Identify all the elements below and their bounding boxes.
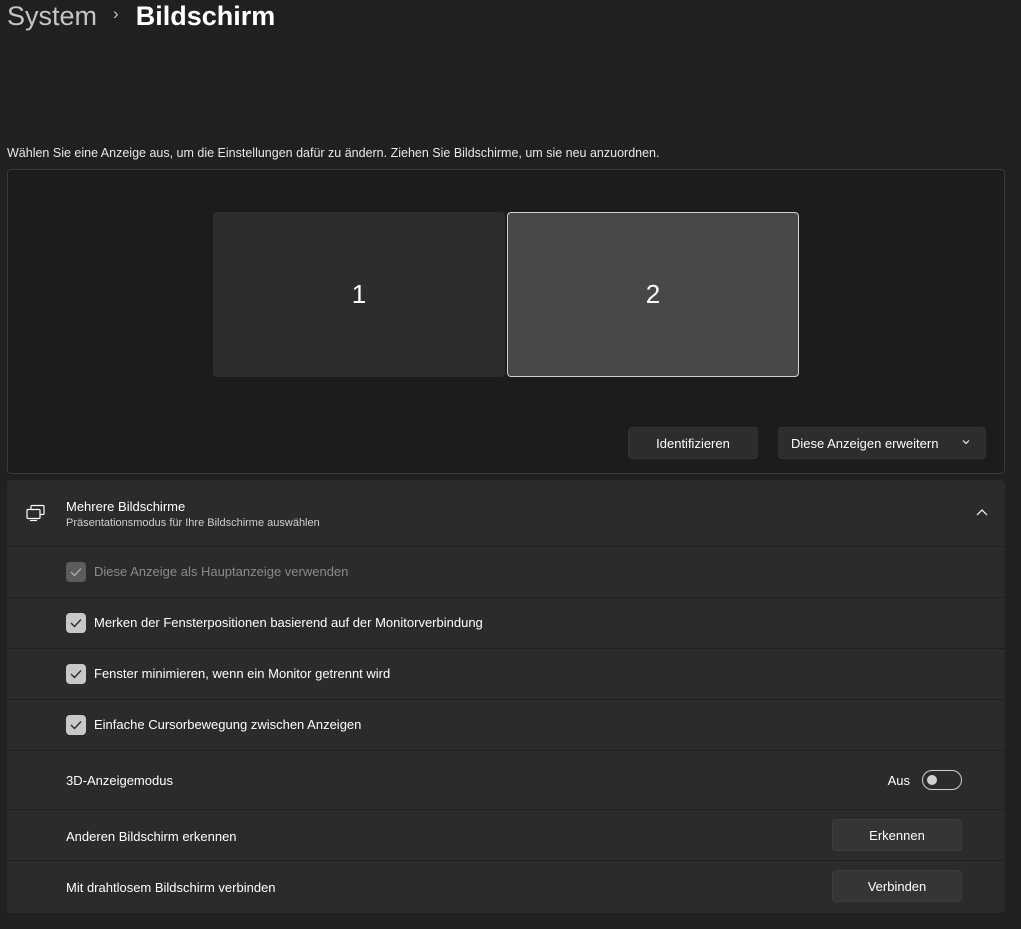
detect-display-label: Anderen Bildschirm erkennen — [66, 829, 237, 844]
main-display-label: Diese Anzeige als Hauptanzeige verwenden — [94, 564, 349, 579]
breadcrumb-system-link[interactable]: System — [7, 1, 97, 31]
multiple-displays-title: Mehrere Bildschirme — [66, 499, 186, 514]
option-row-remember-positions: Merken der Fensterpositionen basierend a… — [7, 598, 1005, 649]
multiple-displays-subtitle: Präsentationsmodus für Ihre Bildschirme … — [66, 517, 320, 529]
remember-positions-label: Merken der Fensterpositionen basierend a… — [94, 615, 483, 630]
monitor-1-tile[interactable]: 1 — [213, 212, 505, 377]
wireless-display-label: Mit drahtlosem Bildschirm verbinden — [66, 880, 276, 895]
chevron-down-icon — [962, 440, 970, 445]
arrangement-instruction: Wählen Sie eine Anzeige aus, um die Eins… — [7, 146, 660, 160]
main-display-checkbox — [66, 562, 86, 582]
minimize-windows-checkbox[interactable] — [66, 664, 86, 684]
toggle-knob — [927, 775, 937, 785]
remember-positions-checkbox[interactable] — [66, 613, 86, 633]
monitor-2-label: 2 — [645, 279, 661, 309]
checkmark-icon — [70, 670, 82, 679]
monitor-1-label: 1 — [351, 279, 367, 309]
breadcrumb: System › Bildschirm — [7, 0, 275, 32]
chevron-up-icon[interactable] — [975, 507, 989, 519]
3d-mode-label: 3D-Anzeigemodus — [66, 773, 173, 788]
option-row-easy-cursor: Einfache Cursorbewegung zwischen Anzeige… — [7, 700, 1005, 751]
checkmark-icon — [70, 568, 82, 577]
identify-button[interactable]: Identifizieren — [628, 427, 758, 459]
connect-button[interactable]: Verbinden — [832, 870, 962, 902]
multiple-displays-header[interactable]: Mehrere Bildschirme Präsentationsmodus f… — [7, 480, 1005, 547]
3d-mode-toggle[interactable] — [922, 770, 962, 790]
monitor-2-tile[interactable]: 2 — [507, 212, 799, 377]
easy-cursor-label: Einfache Cursorbewegung zwischen Anzeige… — [94, 717, 362, 732]
multiple-displays-section: Mehrere Bildschirme Präsentationsmodus f… — [7, 480, 1005, 913]
display-mode-dropdown[interactable]: Diese Anzeigen erweitern — [778, 427, 986, 459]
minimize-windows-label: Fenster minimieren, wenn ein Monitor get… — [94, 666, 391, 681]
easy-cursor-checkbox[interactable] — [66, 715, 86, 735]
option-row-wireless-display: Mit drahtlosem Bildschirm verbinden Verb… — [7, 861, 1005, 913]
checkmark-icon — [70, 721, 82, 730]
display-arrangement-area: 1 2 Identifizieren Diese Anzeigen erweit… — [7, 169, 1005, 474]
option-row-3d-mode: 3D-Anzeigemodus Aus — [7, 751, 1005, 810]
display-mode-selected: Diese Anzeigen erweitern — [791, 435, 939, 451]
3d-mode-state: Aus — [887, 773, 910, 788]
checkmark-icon — [70, 619, 82, 628]
breadcrumb-separator: › — [113, 4, 119, 23]
multiple-displays-icon — [26, 504, 45, 522]
option-row-minimize-windows: Fenster minimieren, wenn ein Monitor get… — [7, 649, 1005, 700]
detect-button[interactable]: Erkennen — [832, 819, 962, 851]
page-title: Bildschirm — [135, 1, 276, 31]
option-row-main-display: Diese Anzeige als Hauptanzeige verwenden — [7, 547, 1005, 598]
option-row-detect-display: Anderen Bildschirm erkennen Erkennen — [7, 810, 1005, 861]
